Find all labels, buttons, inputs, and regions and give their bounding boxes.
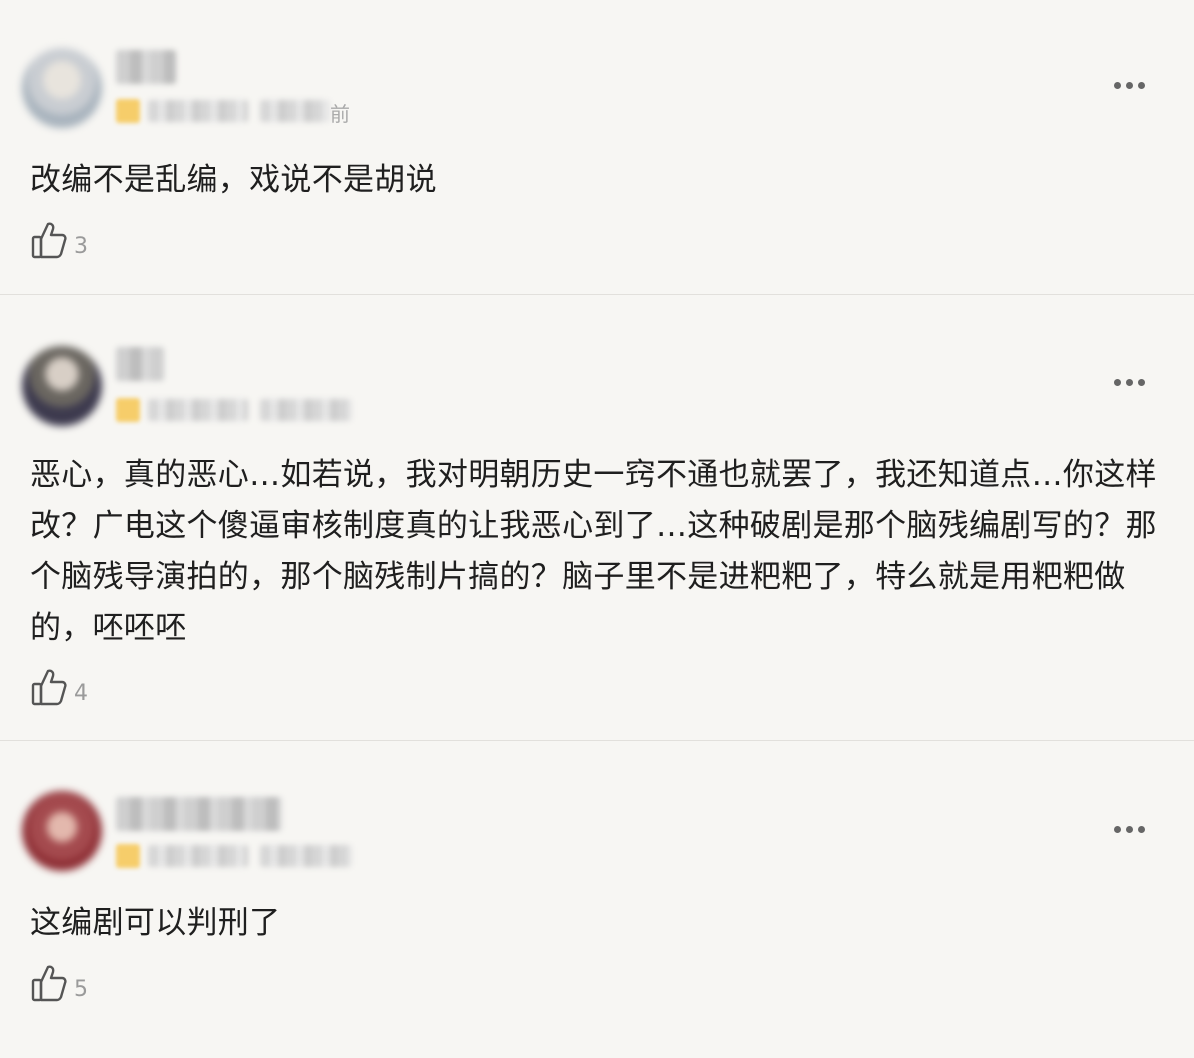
comment-text: 恶心，真的恶心…如若说，我对明朝历史一窍不通也就罢了，我还知道点…你这样改？广电… xyxy=(30,457,1157,646)
level-badge xyxy=(116,99,140,123)
timestamp-suffix: 前 xyxy=(330,102,350,126)
like-button[interactable]: 4 xyxy=(30,667,88,707)
more-options-button[interactable] xyxy=(1114,75,1154,95)
meta-info-blurred xyxy=(148,399,248,421)
meta-info-blurred xyxy=(148,100,248,122)
username-blurred[interactable] xyxy=(116,50,176,84)
comment-item: 恶心，真的恶心…如若说，我对明朝历史一窍不通也就罢了，我还知道点…你这样改？广电… xyxy=(0,295,1194,741)
like-count: 4 xyxy=(74,681,88,706)
level-badge xyxy=(116,844,140,868)
timestamp-blurred xyxy=(260,845,352,867)
thumbs-up-icon xyxy=(30,220,68,260)
like-button[interactable]: 5 xyxy=(30,963,88,1003)
username-blurred[interactable] xyxy=(116,347,164,381)
comment-item: 前 改编不是乱编，戏说不是胡说 3 xyxy=(0,0,1194,295)
avatar[interactable] xyxy=(22,791,102,871)
more-horizontal-icon xyxy=(1114,825,1145,833)
like-count: 3 xyxy=(74,234,88,259)
more-horizontal-icon xyxy=(1114,81,1145,89)
comment-text: 这编剧可以判刑了 xyxy=(30,905,281,941)
more-options-button[interactable] xyxy=(1114,819,1154,839)
comment-text: 改编不是乱编，戏说不是胡说 xyxy=(30,162,437,198)
like-count: 5 xyxy=(74,977,88,1002)
thumbs-up-icon xyxy=(30,963,68,1003)
username-blurred[interactable] xyxy=(116,797,282,831)
meta-info-blurred xyxy=(148,845,248,867)
timestamp-blurred xyxy=(260,399,352,421)
timestamp-blurred xyxy=(260,100,330,122)
more-options-button[interactable] xyxy=(1114,372,1154,392)
like-button[interactable]: 3 xyxy=(30,220,88,260)
avatar[interactable] xyxy=(22,48,102,128)
avatar[interactable] xyxy=(22,346,102,426)
comment-item: 这编剧可以判刑了 5 xyxy=(0,741,1194,1058)
level-badge xyxy=(116,398,140,422)
more-horizontal-icon xyxy=(1114,378,1145,386)
thumbs-up-icon xyxy=(30,667,68,707)
